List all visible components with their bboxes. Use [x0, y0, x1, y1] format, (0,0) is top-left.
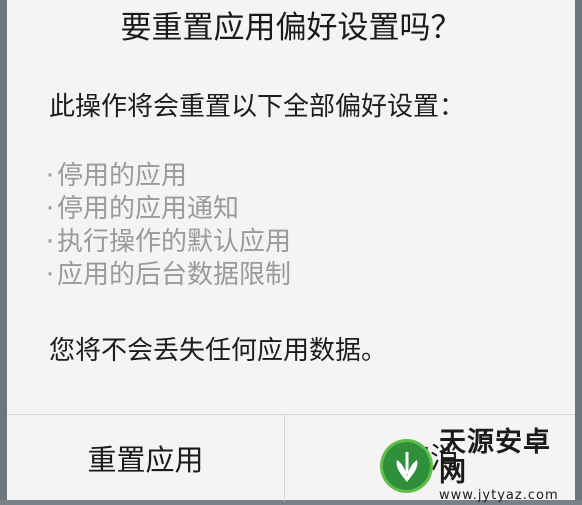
list-item-label: 应用的后台数据限制 [57, 260, 291, 290]
list-item-label: 停用的应用通知 [57, 194, 239, 224]
cancel-button[interactable]: 取消 [285, 415, 575, 501]
dialog-title: 要重置应用偏好设置吗？ [7, 8, 575, 48]
list-item-label: 停用的应用 [57, 161, 187, 191]
list-item-label: 执行操作的默认应用 [57, 227, 291, 257]
reset-preferences-dialog: 要重置应用偏好设置吗？ 此操作将会重置以下全部偏好设置： ·停用的应用 ·停用的… [7, 0, 575, 500]
dialog-actions: 重置应用 取消 [7, 414, 575, 500]
bullet: · [43, 160, 57, 193]
bullet: · [43, 193, 57, 226]
bullet: · [43, 226, 57, 259]
list-item: ·执行操作的默认应用 [43, 226, 291, 259]
list-item: ·应用的后台数据限制 [43, 259, 291, 292]
bullet: · [43, 259, 57, 292]
reset-apps-button[interactable]: 重置应用 [7, 415, 284, 501]
preference-list: ·停用的应用 ·停用的应用通知 ·执行操作的默认应用 ·应用的后台数据限制 [43, 160, 291, 292]
list-item: ·停用的应用 [43, 160, 291, 193]
list-item: ·停用的应用通知 [43, 193, 291, 226]
dialog-note: 您将不会丢失任何应用数据。 [49, 332, 387, 370]
dialog-intro: 此操作将会重置以下全部偏好设置： [49, 88, 465, 126]
